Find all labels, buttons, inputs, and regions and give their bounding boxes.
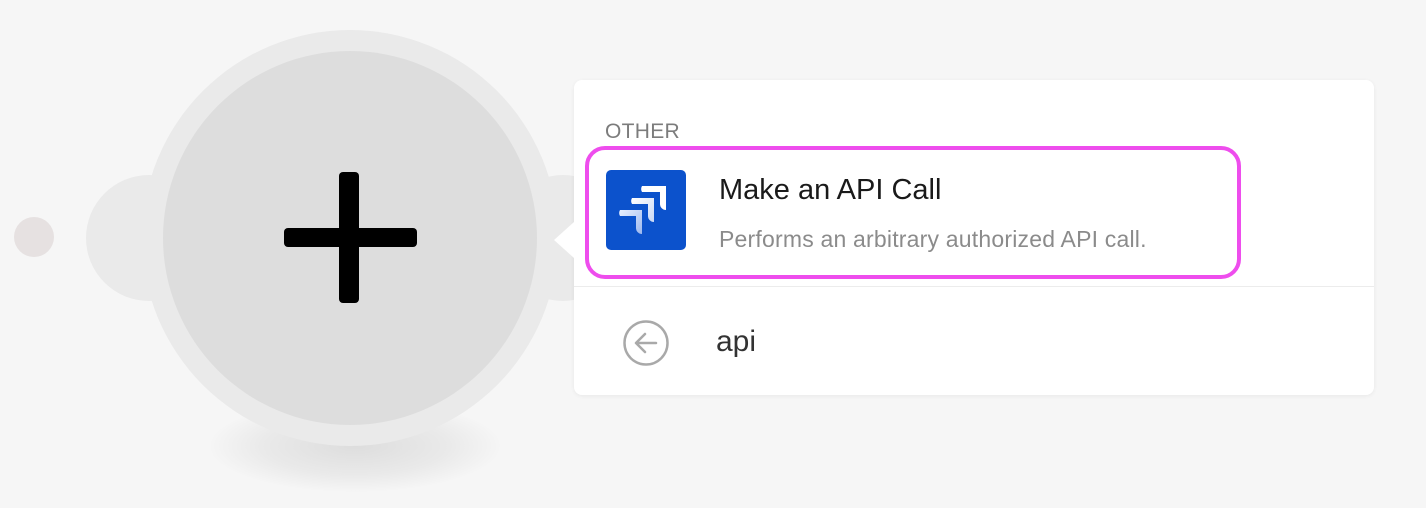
search-input[interactable] <box>716 317 1316 367</box>
popup-pointer <box>554 222 574 258</box>
plus-icon-bar <box>284 228 417 247</box>
connector-dot <box>14 217 54 257</box>
module-picker-popup: OTHER Make an API Call Performs an arbit… <box>554 80 1374 395</box>
jira-logo-icon <box>606 170 686 250</box>
result-item-make-api-call[interactable]: Make an API Call Performs an arbitrary a… <box>585 146 1241 279</box>
result-item-title: Make an API Call <box>719 174 942 206</box>
section-label: OTHER <box>605 120 680 143</box>
arrow-left-circle-icon[interactable] <box>622 319 670 367</box>
result-item-description: Performs an arbitrary authorized API cal… <box>719 226 1147 252</box>
search-row <box>574 287 1374 395</box>
